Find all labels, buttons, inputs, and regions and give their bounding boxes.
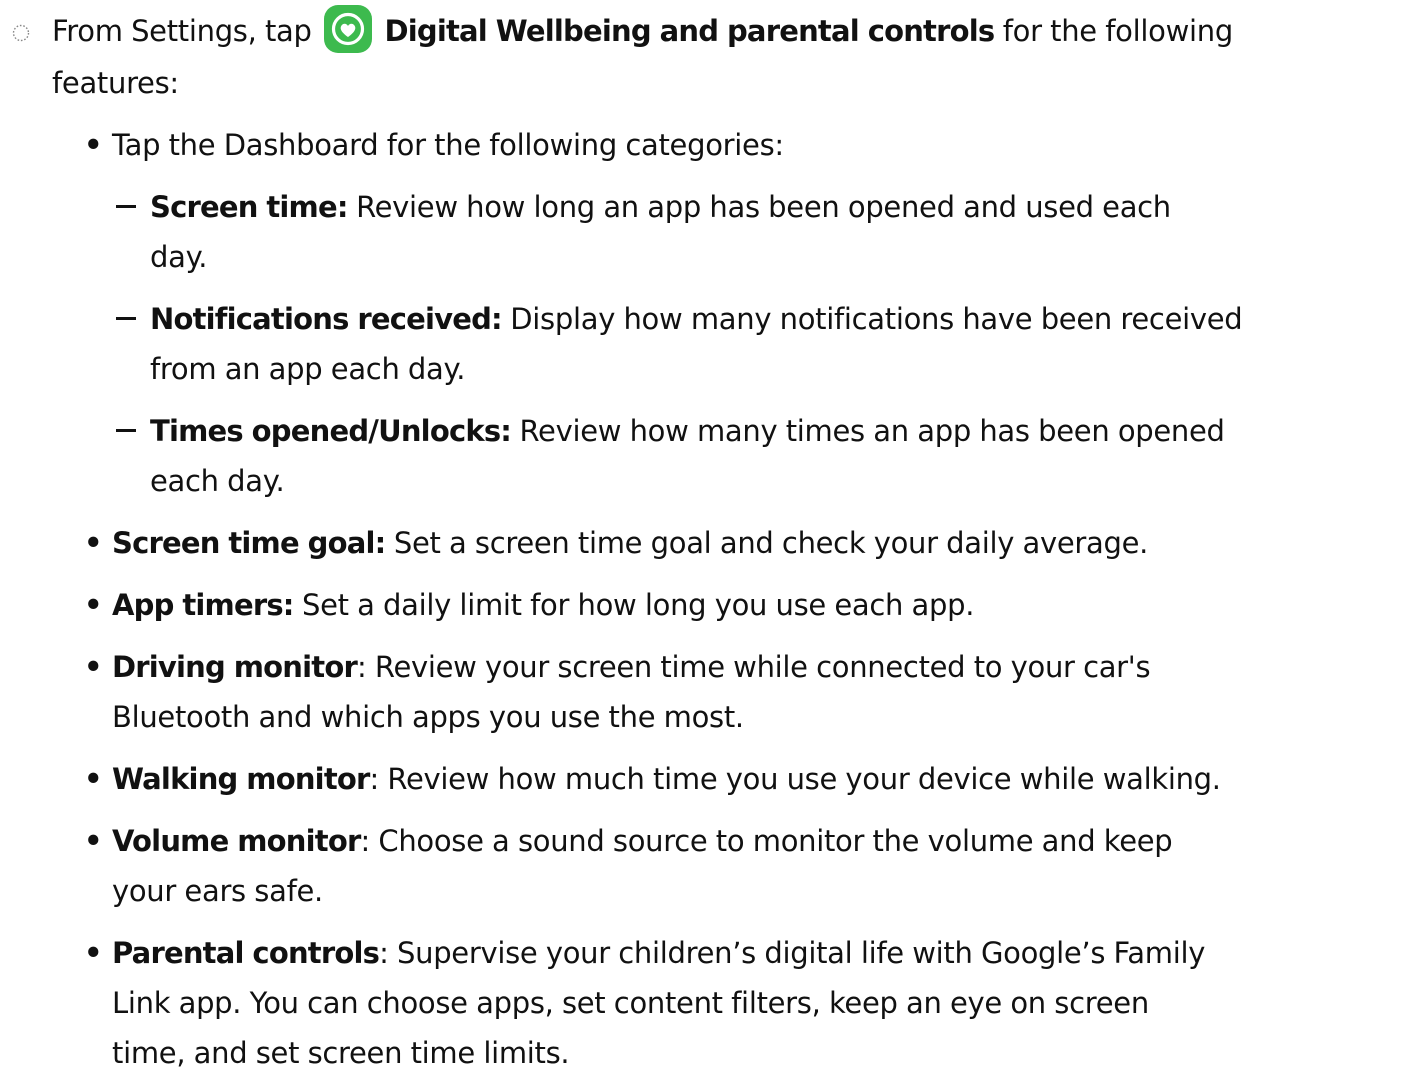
dotted-circle-icon xyxy=(12,24,30,42)
sub-item-line: Screen time: Review how long an app has … xyxy=(150,182,1171,232)
feature-desc: Set a screen time goal and check your da… xyxy=(393,526,1149,560)
digital-wellbeing-icon xyxy=(324,5,373,53)
feature-colon: : xyxy=(360,824,370,858)
feature-colon: : xyxy=(356,650,367,684)
sub-item-term: Notifications received: xyxy=(150,302,503,336)
sub-item-line: Times opened/Unlocks: Review how many ti… xyxy=(150,406,1225,456)
sub-item-line: Notifications received: Display how many… xyxy=(150,294,1243,344)
sub-item-desc: Review how many times an app has been op… xyxy=(519,414,1225,448)
feature-term: Screen time goal: xyxy=(112,526,386,560)
feature-item: Volume monitor: Choose a sound source to… xyxy=(112,816,1173,866)
bullet-icon: • xyxy=(84,824,103,858)
feature-term: Driving monitor xyxy=(112,650,358,684)
feature-colon: : xyxy=(369,762,380,796)
intro-line: From Settings, tap Digital Wellbeing and… xyxy=(52,5,1233,56)
sub-item-term: Screen time: xyxy=(150,190,348,224)
sub-item-desc: Display how many notifications have been… xyxy=(510,302,1243,336)
sub-item-term: Times opened/Unlocks: xyxy=(150,414,512,448)
feature-term: Volume monitor xyxy=(112,824,361,858)
feature-desc: Set a daily limit for how long you use e… xyxy=(302,588,975,622)
feature-desc: Review how much time you use your device… xyxy=(387,762,1221,796)
feature-desc: Choose a sound source to monitor the vol… xyxy=(378,824,1173,858)
dashboard-text: Tap the Dashboard for the following cate… xyxy=(112,128,784,162)
bullet-icon: • xyxy=(84,936,103,970)
sub-item-desc: Review how long an app has been opened a… xyxy=(356,190,1171,224)
feature-term: App timers: xyxy=(112,588,294,622)
feature-desc-cont: time, and set screen time limits. xyxy=(112,1036,570,1070)
bullet-icon: • xyxy=(84,762,103,796)
feature-item: App timers: Set a daily limit for how lo… xyxy=(112,580,974,630)
intro-suffix: for the following xyxy=(1002,14,1233,48)
feature-desc-cont: your ears safe. xyxy=(112,874,323,908)
feature-desc: Review your screen time while connected … xyxy=(374,650,1151,684)
feature-desc-cont: Bluetooth and which apps you use the mos… xyxy=(112,700,744,734)
sub-item-desc-cont: from an app each day. xyxy=(150,352,466,386)
feature-term: Walking monitor xyxy=(112,762,370,796)
dash-icon xyxy=(116,205,136,208)
feature-item: Screen time goal: Set a screen time goal… xyxy=(112,518,1148,568)
intro-prefix: From Settings, tap xyxy=(52,14,312,48)
feature-desc: Supervise your children’s digital life w… xyxy=(397,936,1206,970)
sub-item-desc-cont: day. xyxy=(150,240,208,274)
bullet-icon: • xyxy=(84,526,103,560)
dash-icon xyxy=(116,429,136,432)
bullet-icon: • xyxy=(84,650,103,684)
bullet-icon: • xyxy=(84,588,103,622)
dash-icon xyxy=(116,317,136,320)
app-name: Digital Wellbeing and parental controls xyxy=(384,14,995,48)
feature-term: Parental controls xyxy=(112,936,380,970)
sub-item-desc-cont: each day. xyxy=(150,464,285,498)
intro-continuation: features: xyxy=(52,66,179,100)
feature-item: Driving monitor: Review your screen time… xyxy=(112,642,1151,692)
feature-colon: : xyxy=(379,936,389,970)
document-page: From Settings, tap Digital Wellbeing and… xyxy=(0,0,1416,1070)
feature-desc-cont: Link app. You can choose apps, set conte… xyxy=(112,986,1149,1020)
bullet-icon: • xyxy=(84,128,103,162)
feature-item: Parental controls: Supervise your childr… xyxy=(112,928,1205,978)
feature-item: Walking monitor: Review how much time yo… xyxy=(112,754,1221,804)
